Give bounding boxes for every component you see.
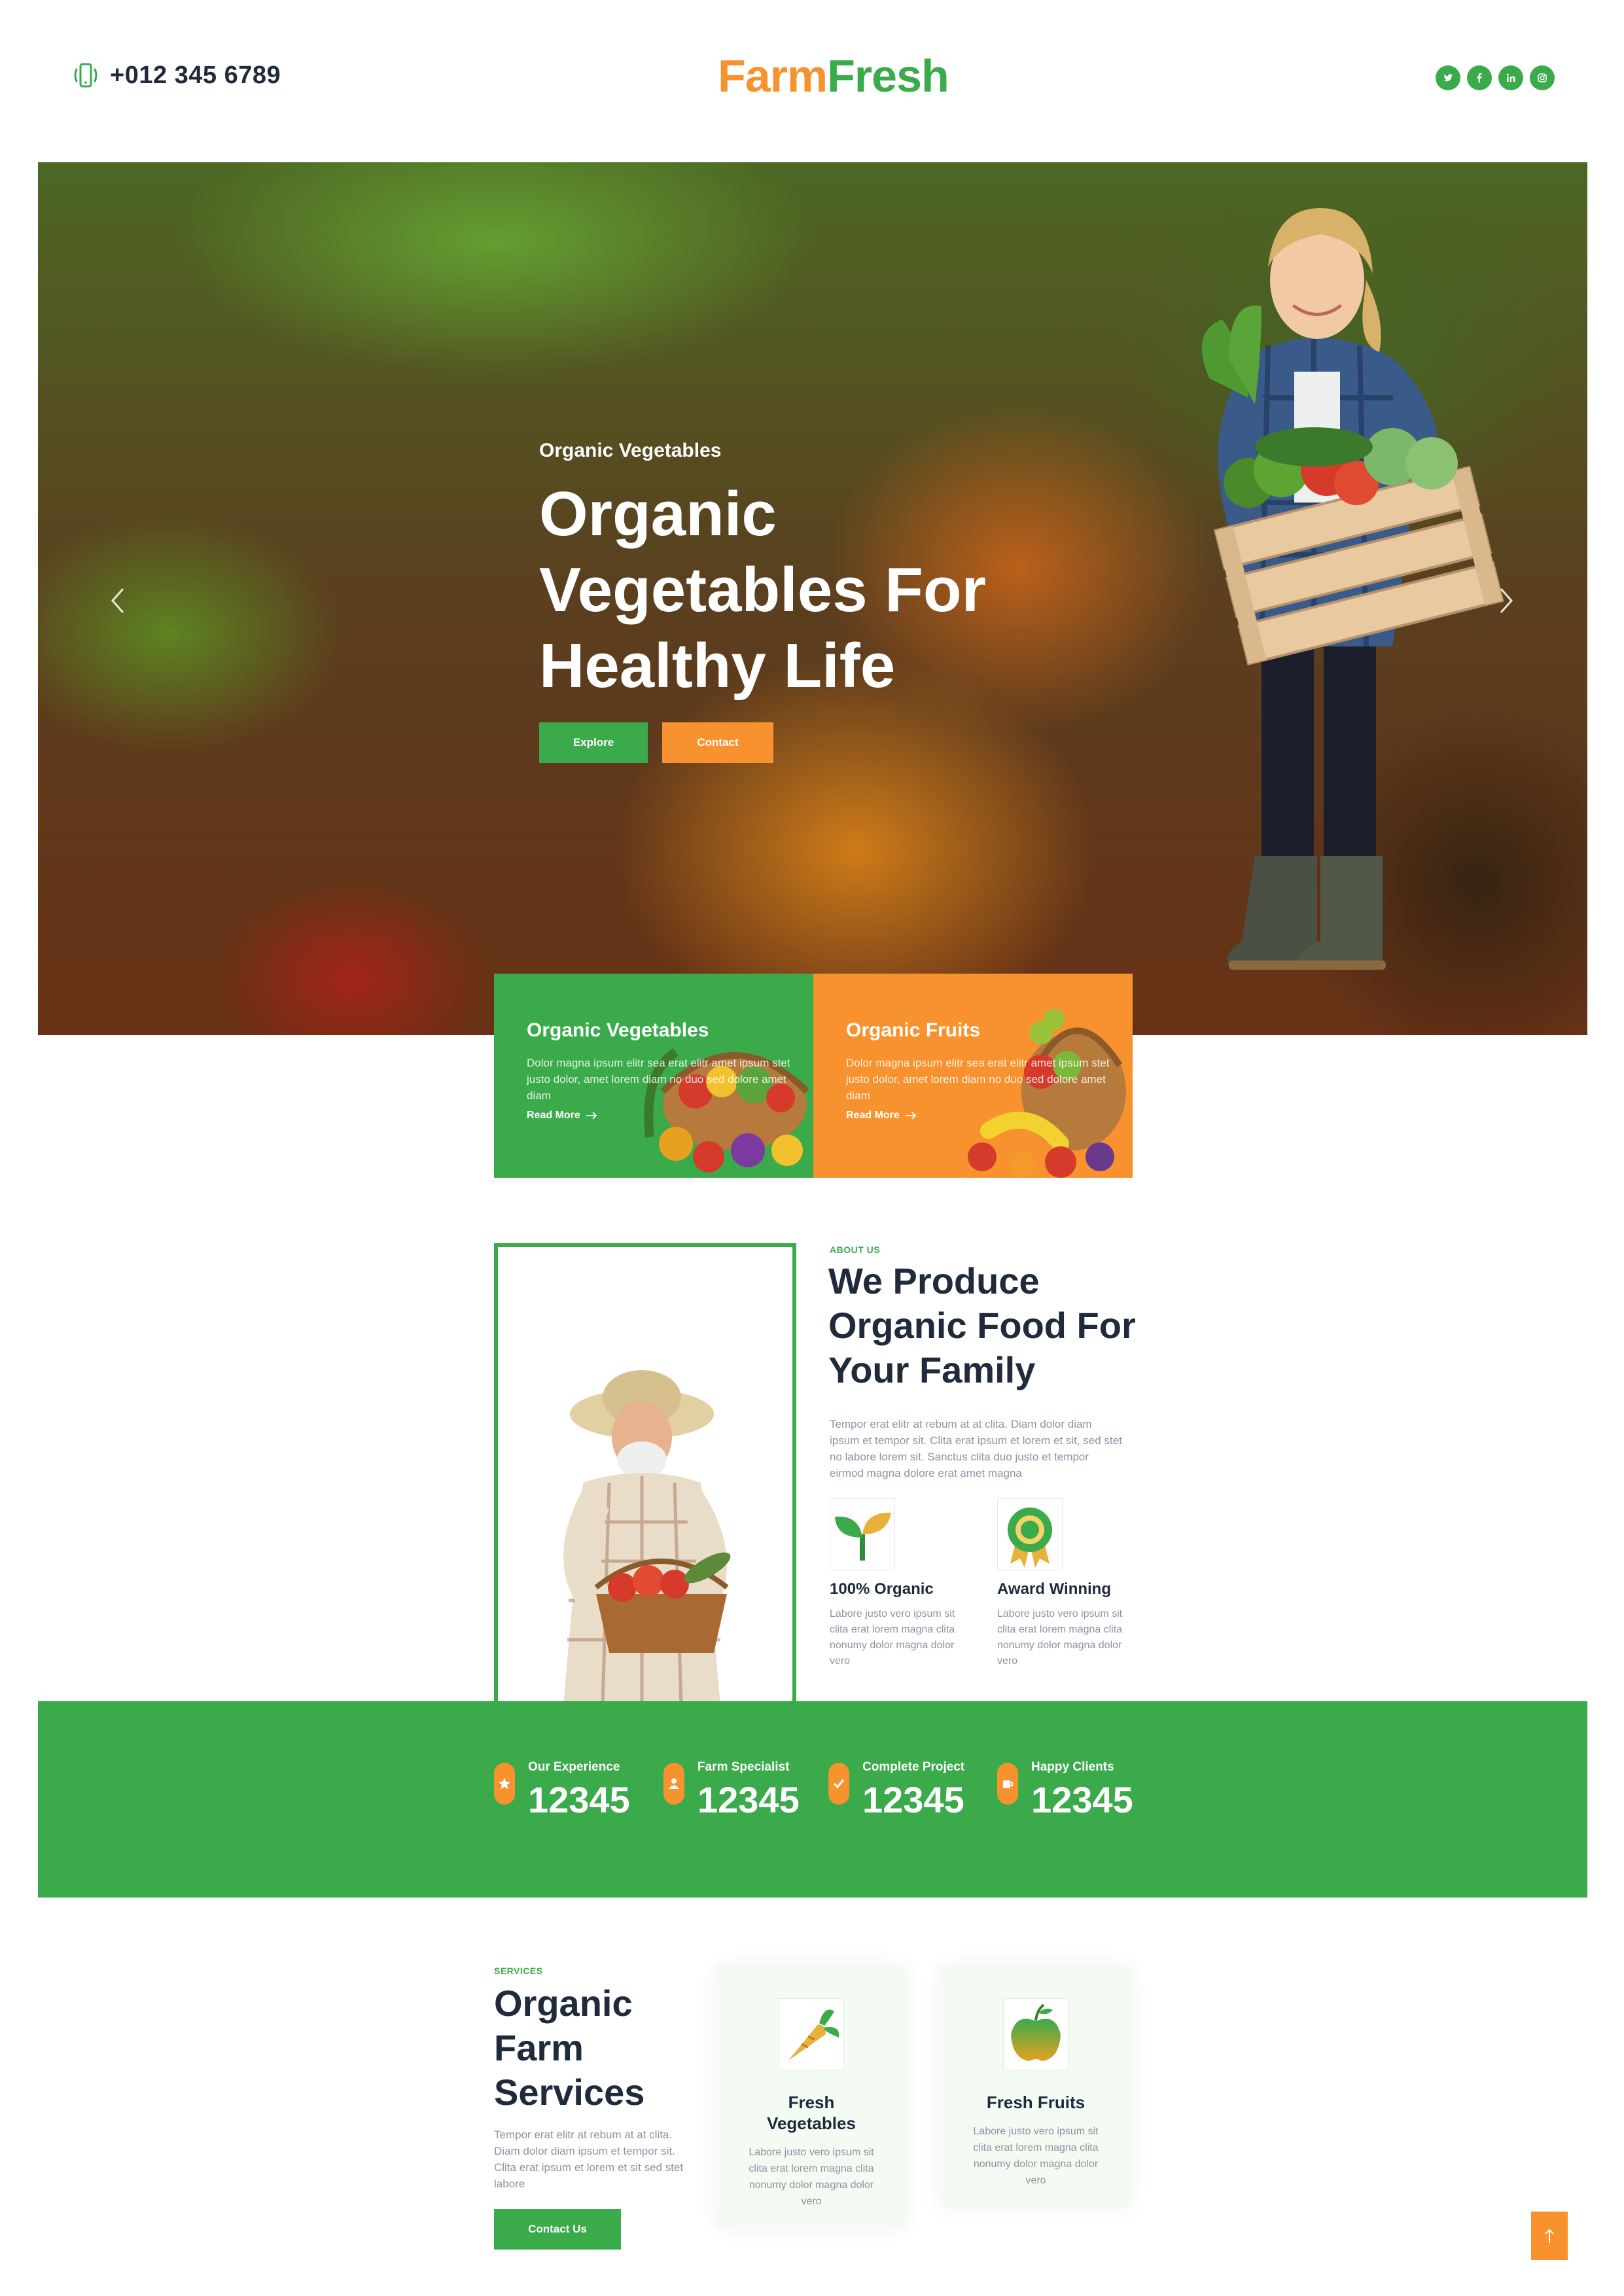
read-more-link[interactable]: Read More	[527, 1110, 597, 1122]
sprout-icon	[829, 1498, 896, 1571]
site-logo[interactable]: FarmFresh	[718, 50, 949, 102]
feature-title: Organic Fruits	[846, 1019, 981, 1041]
carrot-icon	[778, 1998, 845, 2071]
hero-buttons: Explore Contact	[539, 722, 1036, 763]
stat-label: Our Experience	[528, 1760, 620, 1774]
phone-contact[interactable]: +012 345 6789	[71, 60, 281, 90]
about-image-frame	[494, 1243, 796, 1701]
about-feature-award: Award Winning Labore justo vero ipsum si…	[997, 1498, 1135, 1669]
check-icon	[828, 1763, 849, 1805]
stat-value: 12345	[1031, 1779, 1133, 1820]
arrow-right-icon	[905, 1112, 917, 1120]
logo-farm: Farm	[718, 50, 828, 101]
stat-value: 12345	[862, 1779, 964, 1820]
twitter-icon[interactable]	[1436, 65, 1460, 90]
about-feature-organic: 100% Organic Labore justo vero ipsum sit…	[829, 1498, 967, 1669]
about-label: ABOUT US	[830, 1245, 881, 1255]
arrow-right-icon	[586, 1112, 597, 1120]
phone-vibrate-icon	[74, 63, 97, 88]
services-label: SERVICES	[494, 1966, 543, 1976]
service-card-title: Fresh Vegetables	[767, 2093, 856, 2133]
apple-icon	[1002, 1998, 1069, 2071]
about-feature-text: Labore justo vero ipsum sit clita erat l…	[830, 1608, 955, 1667]
read-more-link[interactable]: Read More	[846, 1110, 917, 1122]
chevron-left-icon[interactable]	[105, 581, 131, 620]
mug-icon	[997, 1763, 1018, 1805]
feature-text: Dolor magna ipsum elitr sea erat elitr a…	[846, 1057, 1110, 1102]
farmer-man-image	[563, 1370, 731, 1701]
services-title: Organic Farm Services	[494, 1983, 645, 2113]
feature-text: Dolor magna ipsum elitr sea erat elitr a…	[527, 1057, 790, 1102]
logo-fresh: Fresh	[827, 50, 949, 101]
explore-button[interactable]: Explore	[539, 722, 648, 763]
hero-title: Organic Vegetables For Healthy Life	[539, 479, 986, 701]
users-icon	[663, 1763, 684, 1805]
read-more-label: Read More	[846, 1110, 900, 1121]
contact-button[interactable]: Contact	[662, 722, 773, 763]
feature-card-vegetables[interactable]: Organic Vegetables Dolor magna ipsum eli…	[494, 974, 813, 1178]
about-title: We Produce Organic Food For Your Family	[828, 1260, 1136, 1390]
social-links	[1436, 65, 1555, 90]
stat-label: Happy Clients	[1031, 1760, 1114, 1774]
chevron-right-icon[interactable]	[1493, 581, 1519, 620]
back-to-top-button[interactable]	[1531, 2212, 1568, 2260]
service-card-text: Labore justo vero ipsum sit clita erat l…	[749, 2147, 874, 2207]
hero-carousel: Organic Vegetables Organic Vegetables Fo…	[38, 162, 1587, 1035]
stat-value: 12345	[528, 1779, 630, 1820]
hero-subtitle: Organic Vegetables	[539, 440, 722, 461]
facebook-icon[interactable]	[1467, 65, 1492, 90]
stat-specialist: Farm Specialist 12345	[663, 1760, 800, 1821]
star-icon	[494, 1763, 515, 1805]
contact-us-button[interactable]: Contact Us	[494, 2209, 621, 2250]
stat-label: Farm Specialist	[697, 1760, 790, 1774]
services-text: Tempor erat elitr at rebum at at clita. …	[494, 2128, 684, 2190]
stat-experience: Our Experience 12345	[494, 1760, 630, 1821]
about-feature-title: 100% Organic	[830, 1580, 934, 1598]
feature-card-fruits[interactable]: Organic Fruits Dolor magna ipsum elitr s…	[813, 974, 1133, 1178]
about-feature-title: Award Winning	[997, 1580, 1111, 1598]
top-bar: +012 345 6789 FarmFresh	[0, 0, 1624, 157]
service-card-text: Labore justo vero ipsum sit clita erat l…	[973, 2126, 1099, 2186]
about-text: Tempor erat elitr at rebum at at clita. …	[830, 1418, 1122, 1479]
read-more-label: Read More	[527, 1110, 580, 1121]
service-card-title: Fresh Fruits	[986, 2093, 1086, 2112]
arrow-up-icon	[1545, 2229, 1554, 2243]
award-icon	[997, 1498, 1063, 1571]
stat-project: Complete Project 12345	[828, 1760, 964, 1821]
instagram-icon[interactable]	[1530, 65, 1555, 90]
feature-title: Organic Vegetables	[527, 1019, 709, 1041]
about-feature-text: Labore justo vero ipsum sit clita erat l…	[997, 1608, 1123, 1667]
service-card-fruits[interactable]: Fresh Fruits Labore justo vero ipsum sit…	[941, 1966, 1131, 2208]
service-card-vegetables[interactable]: Fresh Vegetables Labore justo vero ipsum…	[716, 1966, 906, 2227]
stats-band	[38, 1701, 1587, 1898]
stat-value: 12345	[697, 1779, 800, 1820]
phone-number: +012 345 6789	[110, 61, 281, 89]
stat-label: Complete Project	[862, 1760, 965, 1774]
hero-content: Organic Vegetables Organic Vegetables Fo…	[539, 440, 1036, 763]
linkedin-icon[interactable]	[1498, 65, 1523, 90]
stat-clients: Happy Clients 12345	[997, 1760, 1133, 1821]
